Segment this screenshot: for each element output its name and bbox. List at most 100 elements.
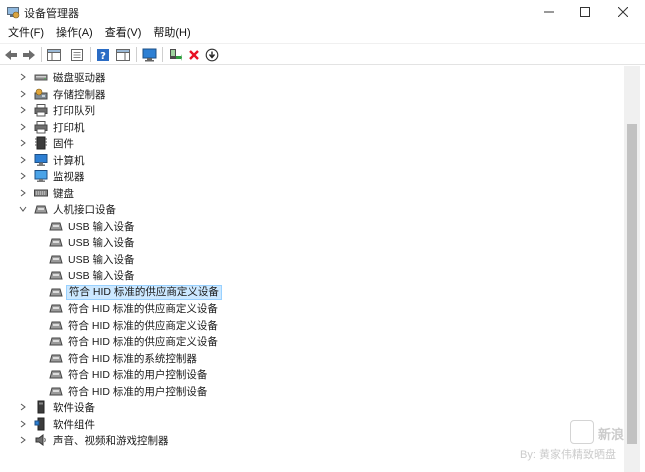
tree-node-label: 磁盘驱动器	[53, 71, 106, 84]
tree-node-label: USB 输入设备	[68, 253, 135, 266]
tree-leaf-usb-input-device[interactable]: USB 输入设备	[49, 251, 137, 267]
scan-hardware-button[interactable]	[141, 46, 159, 63]
hid-icon	[49, 235, 63, 249]
tree-node-monitors[interactable]: 监视器	[18, 168, 87, 184]
tree-node-label: 符合 HID 标准的供应商定义设备	[68, 319, 218, 332]
tree-node-disk-drives[interactable]: 磁盘驱动器	[18, 69, 108, 85]
disk-drive-icon	[34, 70, 48, 84]
forward-button[interactable]	[20, 46, 38, 63]
close-button[interactable]	[604, 0, 642, 24]
computer-icon	[34, 153, 48, 167]
tree-leaf-hid-vendor-defined-device[interactable]: 符合 HID 标准的供应商定义设备	[49, 333, 220, 349]
tree-leaf-hid-system-controller[interactable]: 符合 HID 标准的系统控制器	[49, 350, 199, 366]
tree-node-software-components[interactable]: 软件组件	[18, 416, 97, 432]
close-icon	[618, 7, 628, 17]
chevron-right-icon[interactable]	[18, 419, 28, 429]
enable-device-button[interactable]	[203, 46, 221, 63]
vertical-scrollbar[interactable]	[624, 66, 640, 472]
tree-node-label: 软件设备	[53, 401, 95, 414]
firmware-icon	[34, 136, 48, 150]
properties-button[interactable]	[68, 46, 86, 63]
tree-node-keyboards[interactable]: 键盘	[18, 185, 76, 201]
storage-controller-icon	[34, 87, 48, 101]
update-driver-icon	[170, 48, 182, 61]
monitor-icon	[142, 48, 157, 61]
chevron-right-icon[interactable]	[18, 155, 28, 165]
monitor-icon	[34, 169, 48, 183]
tree-leaf-usb-input-device[interactable]: USB 输入设备	[49, 267, 137, 283]
action-pane-button[interactable]	[114, 46, 132, 63]
menu-view[interactable]: 查看(V)	[99, 24, 148, 42]
tree-node-label: 符合 HID 标准的供应商定义设备	[68, 335, 218, 348]
tree-node-storage-controllers[interactable]: 存储控制器	[18, 86, 108, 102]
tree-node-label: 符合 HID 标准的用户控制设备	[68, 385, 208, 398]
hid-icon	[49, 268, 63, 282]
tree-leaf-hid-vendor-defined-device[interactable]: 符合 HID 标准的供应商定义设备	[49, 317, 220, 333]
tree-leaf-hid-consumer-control-device[interactable]: 符合 HID 标准的用户控制设备	[49, 366, 209, 382]
uninstall-button[interactable]	[185, 46, 203, 63]
tree-node-firmware[interactable]: 固件	[18, 135, 76, 151]
scrollbar-thumb[interactable]	[627, 124, 637, 444]
hid-icon	[49, 285, 63, 299]
back-button[interactable]	[2, 46, 20, 63]
chevron-right-icon[interactable]	[18, 89, 28, 99]
chevron-right-icon[interactable]	[18, 171, 28, 181]
keyboard-icon	[34, 186, 48, 200]
tree-leaf-hid-vendor-defined-device[interactable]: 符合 HID 标准的供应商定义设备	[49, 300, 220, 316]
tree-node-label: 计算机	[53, 154, 85, 167]
menu-file[interactable]: 文件(F)	[2, 24, 50, 42]
action-pane-icon	[116, 48, 130, 61]
tree-node-computer[interactable]: 计算机	[18, 152, 87, 168]
toolbar-separator	[90, 47, 91, 62]
chevron-right-icon[interactable]	[18, 105, 28, 115]
tree-node-sound-video-game-controllers[interactable]: 声音、视频和游戏控制器	[18, 432, 171, 448]
tree-leaf-hid-consumer-control-device[interactable]: 符合 HID 标准的用户控制设备	[49, 383, 209, 399]
properties-icon	[71, 48, 83, 61]
watermark: 新浪 By: 黄家伟精致晒盘	[520, 418, 640, 468]
tree-node-printers[interactable]: 打印机	[18, 119, 87, 135]
device-tree: 磁盘驱动器 存储控制器 打印队列 打印机 固件 计算机 监视器 键盘 人机接口设…	[0, 66, 624, 472]
hid-icon	[49, 219, 63, 233]
minimize-button[interactable]	[530, 0, 568, 24]
hid-icon	[49, 367, 63, 381]
maximize-button[interactable]	[566, 0, 604, 24]
update-driver-button[interactable]	[166, 46, 184, 63]
sina-logo-icon	[570, 420, 594, 444]
tree-leaf-usb-input-device[interactable]: USB 输入设备	[49, 218, 137, 234]
tree-node-human-interface-devices[interactable]: 人机接口设备	[18, 201, 118, 217]
chevron-right-icon[interactable]	[18, 122, 28, 132]
watermark-text: By: 黄家伟精致晒盘	[520, 449, 616, 461]
forward-icon	[23, 49, 35, 60]
tree-node-print-queues[interactable]: 打印队列	[18, 102, 97, 118]
chevron-right-icon[interactable]	[18, 435, 28, 445]
menu-action[interactable]: 操作(A)	[50, 24, 99, 42]
title-bar: 设备管理器	[0, 0, 645, 24]
tree-node-label: 人机接口设备	[53, 203, 116, 216]
chevron-right-icon[interactable]	[18, 402, 28, 412]
hid-icon	[49, 301, 63, 315]
minimize-icon	[544, 11, 554, 13]
chevron-down-icon[interactable]	[18, 204, 28, 214]
tree-node-label: 符合 HID 标准的用户控制设备	[68, 368, 208, 381]
menu-help[interactable]: 帮助(H)	[147, 24, 196, 42]
tree-node-label: USB 输入设备	[68, 236, 135, 249]
software-component-icon	[34, 417, 48, 431]
show-hide-console-tree-button[interactable]	[45, 46, 63, 63]
device-manager-icon	[6, 5, 20, 19]
back-icon	[5, 49, 17, 60]
chevron-right-icon[interactable]	[18, 188, 28, 198]
help-button[interactable]: ?	[94, 46, 112, 63]
tree-leaf-usb-input-device[interactable]: USB 输入设备	[49, 234, 137, 250]
chevron-right-icon[interactable]	[18, 72, 28, 82]
tree-node-label: 存储控制器	[53, 88, 106, 101]
tree-node-label: 软件组件	[53, 418, 95, 431]
toolbar: ?	[0, 43, 645, 65]
chevron-right-icon[interactable]	[18, 138, 28, 148]
tree-node-label: 固件	[53, 137, 74, 150]
window-title: 设备管理器	[24, 8, 79, 20]
tree-node-software-devices[interactable]: 软件设备	[18, 399, 97, 415]
tree-node-label: 声音、视频和游戏控制器	[53, 434, 169, 447]
toolbar-separator	[136, 47, 137, 62]
tree-leaf-hid-vendor-defined-device[interactable]: 符合 HID 标准的供应商定义设备	[49, 284, 222, 300]
maximize-icon	[580, 7, 590, 17]
